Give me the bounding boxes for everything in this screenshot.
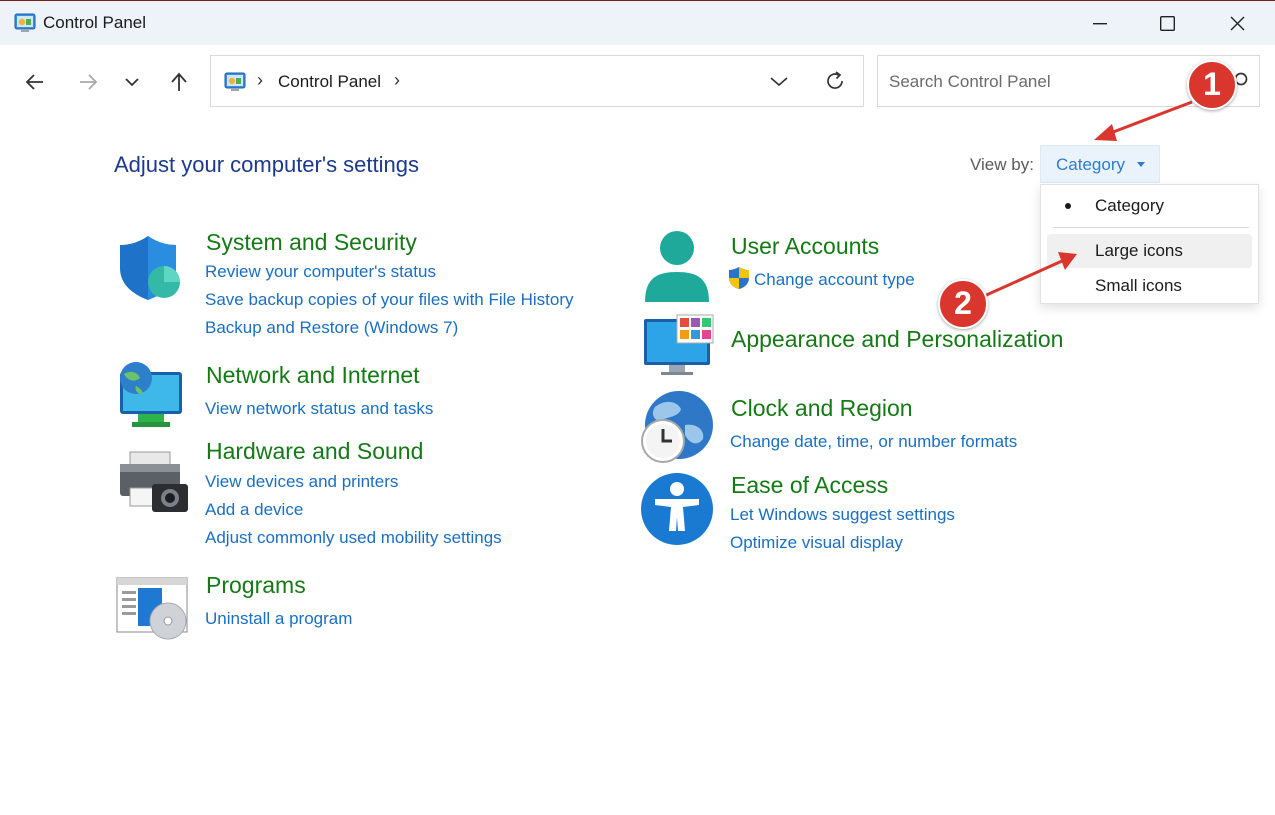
close-button[interactable]: [1202, 1, 1272, 46]
breadcrumb-control-panel[interactable]: Control Panel: [278, 72, 381, 92]
back-button[interactable]: [20, 67, 50, 97]
search-input[interactable]: Search Control Panel: [889, 72, 1051, 92]
category-hardware-and-sound[interactable]: Hardware and Sound: [206, 438, 423, 465]
link-uninstall-program[interactable]: Uninstall a program: [205, 609, 352, 629]
ease-of-access-icon[interactable]: [641, 473, 713, 545]
menu-item-small-icons[interactable]: Small icons: [1047, 269, 1252, 303]
network-icon[interactable]: [114, 360, 186, 432]
page-title: Adjust your computer's settings: [114, 152, 420, 177]
minimize-button[interactable]: [1065, 1, 1135, 46]
up-button[interactable]: [164, 67, 194, 97]
category-user-accounts[interactable]: User Accounts: [731, 233, 879, 260]
category-clock-and-region[interactable]: Clock and Region: [731, 395, 913, 422]
category-appearance-and-personalization[interactable]: Appearance and Personalization: [731, 326, 1063, 353]
view-by-value[interactable]: Category: [1056, 155, 1125, 175]
category-system-and-security[interactable]: System and Security: [206, 229, 417, 256]
category-network-and-internet[interactable]: Network and Internet: [206, 362, 420, 389]
view-by-label: View by:: [970, 155, 1034, 174]
link-optimize-visual-display[interactable]: Optimize visual display: [730, 533, 903, 553]
annotation-badge-1: 1: [1187, 60, 1237, 110]
link-devices-printers[interactable]: View devices and printers: [205, 472, 398, 492]
annotation-arrows: [981, 100, 1193, 299]
link-mobility-settings[interactable]: Adjust commonly used mobility settings: [205, 528, 502, 548]
category-ease-of-access[interactable]: Ease of Access: [731, 472, 888, 499]
category-programs[interactable]: Programs: [206, 572, 306, 599]
chevron-down-icon: [125, 78, 139, 87]
menu-item-category[interactable]: Category: [1047, 189, 1252, 223]
view-by-menu: Category Large icons Small icons: [1040, 184, 1259, 304]
view-by-dropdown[interactable]: Category: [1040, 145, 1160, 183]
title-bar: Control Panel: [0, 0, 1275, 45]
uac-shield-icon: [728, 266, 750, 295]
navigation-bar: › Control Panel › Search Control Panel: [0, 45, 1275, 120]
printer-icon[interactable]: [116, 448, 188, 520]
chevron-right-icon[interactable]: ›: [394, 70, 400, 91]
link-date-time-formats[interactable]: Change date, time, or number formats: [730, 432, 1017, 452]
selected-bullet-icon: [1065, 203, 1071, 209]
link-file-history[interactable]: Save backup copies of your files with Fi…: [205, 290, 574, 310]
forward-arrow-icon: [80, 74, 98, 90]
address-dropdown-icon[interactable]: [769, 70, 789, 97]
menu-item-large-icons[interactable]: Large icons: [1047, 234, 1252, 268]
forward-button[interactable]: [73, 67, 103, 97]
shield-icon[interactable]: [114, 232, 186, 304]
link-review-status[interactable]: Review your computer's status: [205, 262, 436, 282]
annotation-badge-2: 2: [938, 279, 988, 329]
up-arrow-icon: [171, 72, 187, 91]
link-add-device[interactable]: Add a device: [205, 500, 303, 520]
clock-region-icon[interactable]: [641, 391, 713, 463]
maximize-button[interactable]: [1132, 1, 1202, 46]
window-title: Control Panel: [43, 13, 147, 32]
link-windows-suggest-settings[interactable]: Let Windows suggest settings: [730, 505, 955, 525]
link-change-account-type[interactable]: Change account type: [754, 270, 915, 290]
appearance-icon[interactable]: [643, 313, 715, 385]
link-network-status[interactable]: View network status and tasks: [205, 399, 433, 419]
programs-icon[interactable]: [116, 575, 188, 647]
caret-down-icon: [1137, 162, 1145, 167]
chevron-right-icon[interactable]: ›: [257, 70, 263, 91]
control-panel-icon: [223, 72, 247, 97]
user-accounts-icon[interactable]: [641, 230, 713, 302]
refresh-icon[interactable]: [823, 69, 847, 98]
link-backup-restore[interactable]: Backup and Restore (Windows 7): [205, 318, 458, 338]
control-panel-icon: [14, 13, 36, 38]
address-bar[interactable]: › Control Panel ›: [210, 55, 864, 107]
recent-locations-button[interactable]: [117, 67, 147, 97]
menu-divider: [1053, 227, 1249, 228]
back-arrow-icon: [25, 74, 43, 90]
